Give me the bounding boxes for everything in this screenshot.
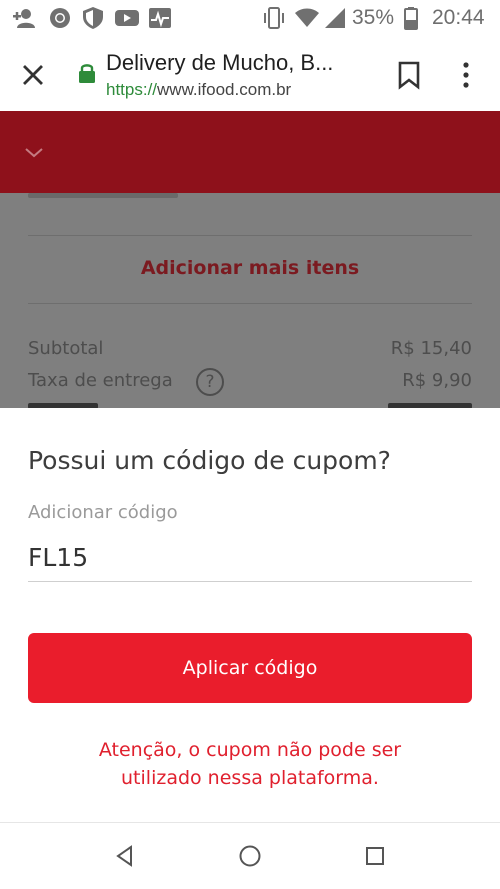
clipped-item-text xyxy=(28,193,178,198)
home-icon[interactable] xyxy=(237,843,263,869)
coupon-warning: Atenção, o cupom não pode ser utilizado … xyxy=(28,736,472,792)
order-summary-backdrop[interactable]: Adicionar mais itens Subtotal R$ 15,40 T… xyxy=(0,193,500,409)
page-title[interactable]: Delivery de Mucho, B... xyxy=(106,50,333,76)
lock-icon xyxy=(79,64,95,83)
subtotal-value: R$ 15,40 xyxy=(390,338,472,359)
coupon-field-label: Adicionar código xyxy=(28,502,178,523)
coupon-warning-line-1: Atenção, o cupom não pode ser xyxy=(98,739,402,761)
person-add-icon xyxy=(13,9,35,28)
subtotal-label: Subtotal xyxy=(28,338,104,359)
coupon-sheet-title: Possui um código de cupom? xyxy=(28,446,391,475)
divider xyxy=(28,235,472,236)
page-url[interactable]: https://www.ifood.com.br xyxy=(106,80,291,100)
apply-code-button[interactable]: Aplicar código xyxy=(28,633,472,703)
url-scheme: https:// xyxy=(106,80,158,99)
back-icon[interactable] xyxy=(112,843,138,869)
recents-icon[interactable] xyxy=(362,843,388,869)
battery-icon xyxy=(404,7,418,30)
more-vert-icon[interactable] xyxy=(456,60,476,90)
coupon-warning-line-2: utilizado nessa plataforma. xyxy=(121,767,379,789)
add-more-items-link[interactable]: Adicionar mais itens xyxy=(0,257,500,279)
wifi-icon xyxy=(295,8,319,27)
coupon-sheet: Possui um código de cupom? Adicionar cód… xyxy=(0,408,500,822)
signal-icon xyxy=(325,8,345,28)
status-bar: 35% 20:44 xyxy=(0,0,500,36)
url-host: www.ifood.com.br xyxy=(157,80,292,99)
chrome-icon xyxy=(50,8,70,28)
bookmark-icon[interactable] xyxy=(396,60,422,90)
close-icon[interactable] xyxy=(16,58,50,92)
app-header xyxy=(0,111,500,193)
shield-icon xyxy=(83,7,103,29)
coupon-code-input[interactable] xyxy=(28,534,472,582)
nav-bar xyxy=(0,822,500,889)
clock: 20:44 xyxy=(432,6,485,29)
activity-icon xyxy=(149,8,171,28)
help-icon[interactable]: ? xyxy=(196,368,224,396)
divider xyxy=(28,303,472,304)
chevron-down-icon[interactable] xyxy=(20,141,48,163)
delivery-fee-label: Taxa de entrega xyxy=(28,370,173,391)
delivery-fee-value: R$ 9,90 xyxy=(402,370,472,391)
browser-toolbar: Delivery de Mucho, B... https://www.ifoo… xyxy=(0,36,500,111)
battery-percent: 35% xyxy=(352,6,395,29)
youtube-icon xyxy=(115,10,139,26)
vibrate-icon xyxy=(264,7,284,29)
